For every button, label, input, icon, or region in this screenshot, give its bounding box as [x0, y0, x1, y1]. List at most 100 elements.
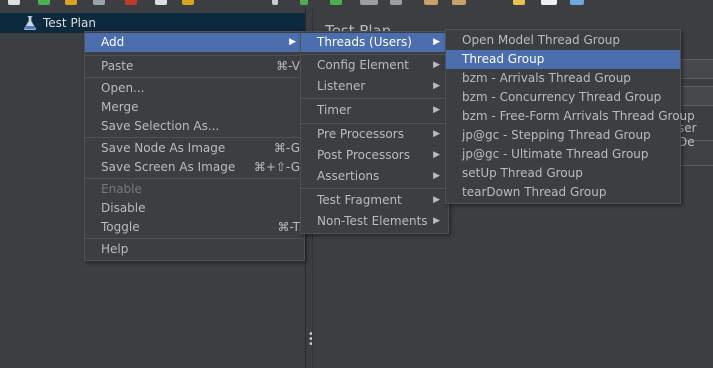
menu-item-threads-label: Threads (Users): [317, 35, 412, 49]
menu-separator: [301, 98, 448, 99]
menu-separator: [85, 178, 304, 179]
menu-item-thread-group[interactable]: Thread Group: [446, 50, 680, 69]
paste-shortcut: ⌘-V: [276, 59, 300, 73]
menu-item-help[interactable]: Help: [85, 240, 304, 259]
menu-separator: [85, 55, 304, 56]
triangle-right-icon: ▶: [433, 195, 440, 205]
menu-item-add[interactable]: Add ▶: [85, 33, 304, 52]
shutdown-icon[interactable]: [390, 0, 402, 5]
bzm-concurrency-label: bzm - Concurrency Thread Group: [462, 90, 662, 104]
jpgc-ultimate-label: jp@gc - Ultimate Thread Group: [462, 147, 649, 161]
menu-item-non-test-label: Non-Test Elements: [317, 214, 428, 228]
triangle-right-icon: ▶: [433, 105, 440, 115]
menu-separator: [85, 137, 304, 138]
flask-icon: [24, 15, 36, 31]
clear-icon[interactable]: [452, 0, 466, 5]
menu-item-assertions-label: Assertions: [317, 169, 380, 183]
menu-separator: [85, 238, 304, 239]
save-icon[interactable]: [93, 0, 105, 5]
cut-icon[interactable]: [125, 0, 137, 5]
menu-item-test-fragment[interactable]: Test Fragment ▶: [301, 191, 448, 210]
triangle-right-icon: ▶: [433, 37, 440, 47]
triangle-right-icon: ▶: [433, 60, 440, 70]
menu-item-save-screen-label: Save Screen As Image: [101, 160, 236, 174]
expand-icon[interactable]: [272, 0, 278, 5]
menu-item-open[interactable]: Open...: [85, 79, 304, 98]
bzm-free-form-label: bzm - Free-Form Arrivals Thread Group: [462, 109, 695, 123]
toggle-shortcut: ⌘-T: [277, 220, 300, 234]
menu-item-toggle[interactable]: Toggle ⌘-T: [85, 218, 304, 237]
menu-separator: [85, 77, 304, 78]
remote-start-icon[interactable]: [424, 0, 438, 5]
menu-item-toggle-label: Toggle: [101, 220, 140, 234]
new-icon[interactable]: [8, 0, 20, 5]
menu-item-assertions[interactable]: Assertions ▶: [301, 167, 448, 186]
menu-item-listener-label: Listener: [317, 79, 366, 93]
menu-item-merge-label: Merge: [101, 100, 139, 114]
triangle-right-icon: ▶: [433, 129, 440, 139]
menu-item-non-test-elements[interactable]: Non-Test Elements ▶: [301, 212, 448, 231]
stop-icon[interactable]: [360, 0, 378, 5]
menu-item-merge[interactable]: Merge: [85, 98, 304, 117]
toolbar: [0, 0, 713, 8]
menu-item-paste[interactable]: Paste ⌘-V: [85, 57, 304, 76]
triangle-right-icon: ▶: [433, 171, 440, 181]
save-screen-shortcut: ⌘+⇧-G: [253, 160, 300, 174]
threads-submenu: Open Model Thread Group Thread Group bzm…: [445, 29, 695, 204]
triangle-right-icon: ▶: [433, 216, 440, 226]
menu-item-bzm-concurrency[interactable]: bzm - Concurrency Thread Group: [446, 88, 680, 107]
setup-label: setUp Thread Group: [462, 166, 583, 180]
menu-item-bzm-arrivals[interactable]: bzm - Arrivals Thread Group: [446, 69, 680, 88]
help-icon[interactable]: [570, 0, 584, 5]
menu-item-add-label: Add: [101, 35, 125, 49]
open-icon[interactable]: [65, 0, 77, 5]
menu-item-pre-processors-label: Pre Processors: [317, 127, 404, 141]
start-no-pause-icon[interactable]: [330, 0, 342, 5]
menu-item-timer-label: Timer: [317, 103, 352, 117]
menu-item-help-label: Help: [101, 242, 129, 256]
menu-item-save-screen-as-image[interactable]: Save Screen As Image ⌘+⇧-G: [85, 158, 304, 177]
add-submenu: Threads (Users) ▶ Config Element ▶ Liste…: [300, 31, 449, 234]
copy-icon[interactable]: [155, 0, 167, 5]
menu-item-pre-processors[interactable]: Pre Processors ▶: [301, 125, 448, 144]
menu-item-config-element[interactable]: Config Element ▶: [301, 56, 448, 75]
paste-icon[interactable]: [182, 0, 194, 5]
menu-separator: [301, 54, 448, 55]
menu-item-bzm-free-form[interactable]: bzm - Free-Form Arrivals Thread Group: [446, 107, 695, 126]
menu-item-threads-users[interactable]: Threads (Users) ▶: [301, 33, 448, 52]
save-node-shortcut: ⌘-G: [273, 141, 300, 155]
menu-item-open-model-thread-group[interactable]: Open Model Thread Group: [446, 31, 680, 50]
menu-item-save-node-label: Save Node As Image: [101, 141, 226, 155]
menu-item-post-processors-label: Post Processors: [317, 148, 410, 162]
start-icon[interactable]: [300, 0, 308, 5]
function-helper-icon[interactable]: [541, 0, 557, 5]
thread-group-label: Thread Group: [462, 52, 545, 66]
tree-node-label: Test Plan: [43, 16, 96, 30]
menu-item-enable-label: Enable: [101, 182, 142, 196]
menu-item-listener[interactable]: Listener ▶: [301, 77, 448, 96]
menu-separator: [301, 188, 448, 189]
menu-item-disable-label: Disable: [101, 201, 146, 215]
triangle-right-icon: ▶: [433, 81, 440, 91]
menu-item-teardown-thread-group[interactable]: tearDown Thread Group: [446, 183, 680, 202]
menu-item-jpgc-ultimate[interactable]: jp@gc - Ultimate Thread Group: [446, 145, 680, 164]
menu-item-jpgc-stepping[interactable]: jp@gc - Stepping Thread Group: [446, 126, 680, 145]
menu-item-paste-label: Paste: [101, 59, 134, 73]
menu-item-setup-thread-group[interactable]: setUp Thread Group: [446, 164, 680, 183]
menu-item-config-label: Config Element: [317, 58, 409, 72]
open-model-label: Open Model Thread Group: [462, 33, 621, 47]
search-icon[interactable]: [513, 0, 525, 5]
menu-separator: [301, 123, 448, 124]
templates-icon[interactable]: [38, 0, 50, 5]
jpgc-stepping-label: jp@gc - Stepping Thread Group: [462, 128, 651, 142]
context-menu: Add ▶ Paste ⌘-V Open... Merge Save Selec…: [84, 31, 305, 261]
tree-node-test-plan[interactable]: Test Plan: [0, 13, 305, 33]
triangle-right-icon: ▶: [289, 37, 296, 47]
bzm-arrivals-label: bzm - Arrivals Thread Group: [462, 71, 631, 85]
menu-item-post-processors[interactable]: Post Processors ▶: [301, 146, 448, 165]
teardown-label: tearDown Thread Group: [462, 185, 607, 199]
menu-item-save-selection-as[interactable]: Save Selection As...: [85, 117, 304, 136]
menu-item-timer[interactable]: Timer ▶: [301, 101, 448, 120]
menu-item-save-node-as-image[interactable]: Save Node As Image ⌘-G: [85, 139, 304, 158]
menu-item-disable[interactable]: Disable: [85, 199, 304, 218]
